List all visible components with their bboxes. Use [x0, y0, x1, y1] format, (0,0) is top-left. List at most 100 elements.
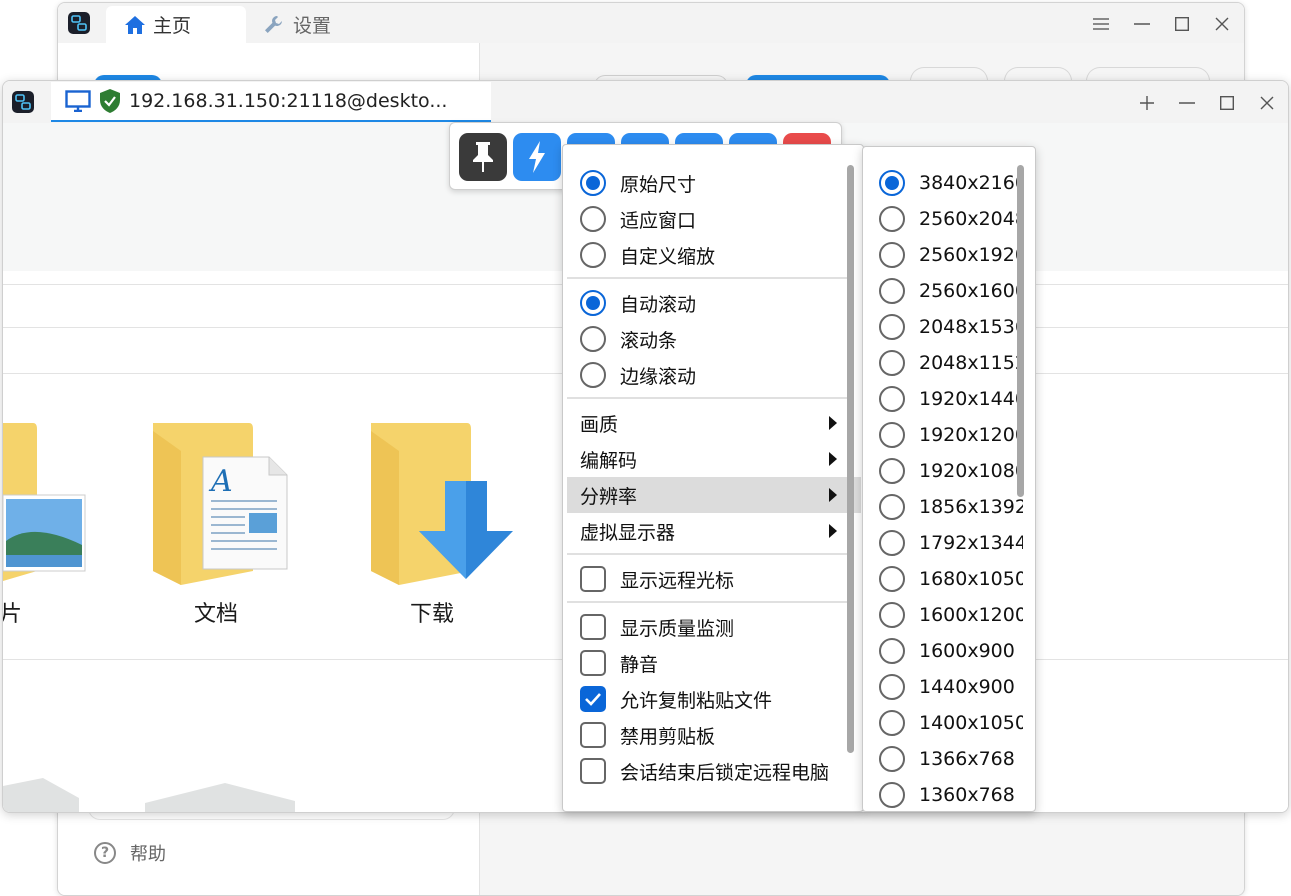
resolution-label: 1920x1440: [919, 388, 1023, 410]
resolution-label: 2048x1536: [919, 316, 1023, 338]
radio-checked: [580, 170, 606, 196]
folder-documents-icon: A: [153, 423, 288, 585]
menu-item-fit-window[interactable]: 适应窗口: [567, 201, 861, 237]
folder-documents-label: 文档: [193, 602, 238, 627]
radio-unchecked: [879, 206, 905, 232]
resolution-option[interactable]: 1680x1050: [863, 561, 1023, 597]
radio-unchecked: [580, 206, 606, 232]
submenu-scrollbar[interactable]: [1017, 165, 1024, 497]
radio-unchecked: [879, 422, 905, 448]
menu-item-label: 滚动条: [620, 329, 678, 352]
menu-item-allow-file-copy[interactable]: 允许复制粘贴文件: [567, 681, 861, 717]
tab-settings[interactable]: 设置: [262, 6, 402, 43]
resolution-label: 1600x900: [919, 640, 1015, 662]
maximize-icon[interactable]: [1171, 13, 1193, 35]
minimize-icon[interactable]: [1131, 13, 1153, 35]
folder-documents[interactable]: A: [151, 421, 291, 591]
menu-separator: [567, 553, 847, 555]
resolution-option[interactable]: 1792x1344: [863, 525, 1023, 561]
menu-icon[interactable]: [1090, 13, 1112, 35]
radio-unchecked: [879, 674, 905, 700]
resolution-option[interactable]: 1600x1200: [863, 597, 1023, 633]
resolution-option[interactable]: 1400x1050: [863, 705, 1023, 741]
resolution-option[interactable]: 1600x900: [863, 633, 1023, 669]
resolution-label: 1366x768: [919, 748, 1015, 770]
radio-unchecked: [879, 350, 905, 376]
folder-downloads[interactable]: [369, 421, 519, 591]
radio-unchecked: [879, 602, 905, 628]
help-icon: ?: [94, 842, 116, 864]
resolution-option[interactable]: 1920x1080: [863, 453, 1023, 489]
resolution-option[interactable]: 2048x1152: [863, 345, 1023, 381]
resolution-option[interactable]: 3840x2160: [863, 165, 1023, 201]
add-tab-icon[interactable]: [1136, 92, 1158, 114]
help-link[interactable]: ? 帮助: [94, 839, 166, 867]
help-label: 帮助: [130, 844, 166, 865]
resolution-label: 1792x1344: [919, 532, 1023, 554]
resolution-option[interactable]: 2048x1536: [863, 309, 1023, 345]
radio-unchecked: [879, 314, 905, 340]
svg-text:A: A: [208, 464, 233, 499]
resolution-option[interactable]: 1360x768: [863, 777, 1023, 811]
monitor-icon: [65, 90, 91, 112]
resolution-option[interactable]: 1920x1440: [863, 381, 1023, 417]
menu-item-label: 适应窗口: [620, 209, 697, 232]
action-button[interactable]: [513, 133, 561, 181]
resolution-label: 2560x1600: [919, 280, 1023, 302]
menu-item-original-size[interactable]: 原始尺寸: [567, 165, 861, 201]
resolution-label: 1360x768: [919, 784, 1015, 806]
shield-icon: [99, 88, 121, 114]
menu-item-resolution[interactable]: 分辨率: [567, 477, 861, 513]
menu-item-show-remote-cursor[interactable]: 显示远程光标: [567, 561, 861, 597]
pin-button[interactable]: [459, 133, 507, 181]
radio-checked: [580, 290, 606, 316]
menu-item-label: 虚拟显示器: [580, 521, 676, 544]
menu-item-label: 编解码: [580, 449, 638, 472]
menu-item-label: 边缘滚动: [620, 365, 697, 388]
checkmark-icon: [585, 693, 601, 706]
menu-item-custom-scale[interactable]: 自定义缩放: [567, 237, 861, 273]
menu-item-scrollbar[interactable]: 滚动条: [567, 321, 861, 357]
menu-item-label: 允许复制粘贴文件: [620, 689, 773, 712]
resolution-option[interactable]: 1920x1200: [863, 417, 1023, 453]
maximize-icon[interactable]: [1216, 92, 1238, 114]
menu-item-disable-clipboard[interactable]: 禁用剪贴板: [567, 717, 861, 753]
radio-unchecked: [879, 494, 905, 520]
resolution-label: 2560x1920: [919, 244, 1023, 266]
resolution-option[interactable]: 2560x1920: [863, 237, 1023, 273]
radio-unchecked: [580, 242, 606, 268]
minimize-icon[interactable]: [1176, 92, 1198, 114]
menu-item-label: 原始尺寸: [620, 173, 697, 196]
resolution-option[interactable]: 2560x2048: [863, 201, 1023, 237]
home-icon: [124, 15, 146, 35]
resolution-label: 1856x1392: [919, 496, 1023, 518]
tab-home[interactable]: 主页: [106, 6, 246, 43]
menu-item-edge-scroll[interactable]: 边缘滚动: [567, 357, 861, 393]
remote-session-tab[interactable]: 192.168.31.150:21118@deskto...: [51, 82, 491, 122]
checkbox-unchecked: [580, 758, 606, 784]
checkbox-unchecked: [580, 566, 606, 592]
resolution-option[interactable]: 1440x900: [863, 669, 1023, 705]
menu-item-lock-after-session[interactable]: 会话结束后锁定远程电脑: [567, 753, 861, 789]
menu-item-image-quality[interactable]: 画质: [567, 405, 861, 441]
close-icon[interactable]: [1211, 13, 1233, 35]
tab-home-label: 主页: [153, 15, 192, 37]
resolution-option[interactable]: 1856x1392: [863, 489, 1023, 525]
menu-item-label: 显示质量监测: [620, 617, 735, 640]
menu-item-quality-monitor[interactable]: 显示质量监测: [567, 609, 861, 645]
folder-pictures-label: 片: [2, 602, 22, 627]
menu-scrollbar[interactable]: [847, 165, 854, 753]
resolution-label: 1920x1080: [919, 460, 1023, 482]
resolution-option[interactable]: 2560x1600: [863, 273, 1023, 309]
menu-item-mute[interactable]: 静音: [567, 645, 861, 681]
menu-item-codec[interactable]: 编解码: [567, 441, 861, 477]
display-menu: 原始尺寸 适应窗口 自定义缩放 自动滚动 滚动条 边缘滚动 画质 编解码 分辨率…: [562, 144, 864, 812]
close-icon[interactable]: [1256, 92, 1278, 114]
menu-item-label: 画质: [580, 413, 619, 436]
menu-item-auto-scroll[interactable]: 自动滚动: [567, 285, 861, 321]
menu-item-virtual-display[interactable]: 虚拟显示器: [567, 513, 861, 549]
resolution-option[interactable]: 1366x768: [863, 741, 1023, 777]
checkbox-checked: [580, 686, 606, 712]
resolution-label: 2048x1152: [919, 352, 1023, 374]
folder-pictures[interactable]: [3, 421, 93, 591]
